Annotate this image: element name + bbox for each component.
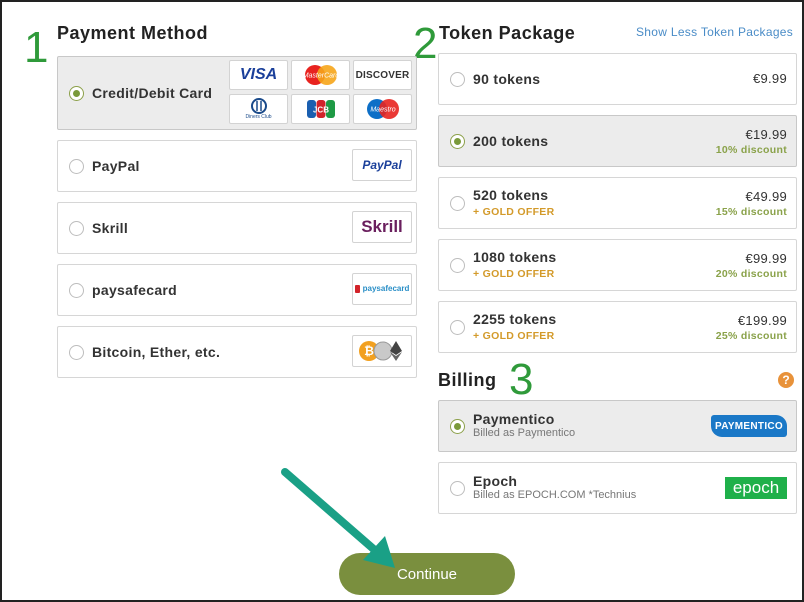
token-price: €49.99 (745, 189, 787, 204)
gold-offer-label: + GOLD OFFER (473, 330, 555, 342)
mastercard-logo: MasterCard (291, 60, 350, 90)
billing-descriptor: Billed as EPOCH.COM *Technius (473, 489, 637, 501)
svg-text:₿: ₿ (364, 344, 374, 358)
radio-token-520[interactable] (450, 196, 465, 211)
token-discount: 25% discount (715, 330, 787, 342)
diners-club-logo: Diners Club (229, 94, 288, 124)
radio-epoch[interactable] (450, 481, 465, 496)
payment-option-crypto[interactable]: Bitcoin, Ether, etc. ₿ (57, 326, 417, 378)
token-price: €99.99 (745, 251, 787, 266)
svg-text:MasterCard: MasterCard (302, 73, 340, 80)
payment-option-paypal[interactable]: PayPal PayPal (57, 140, 417, 192)
crypto-logo: ₿ (352, 335, 412, 367)
token-package-1080[interactable]: 1080 tokens + GOLD OFFER €99.99 20% disc… (438, 239, 797, 291)
radio-credit-card[interactable] (69, 86, 84, 101)
step-number-3: 3 (509, 355, 534, 404)
discover-logo: DISCOVER (353, 60, 412, 90)
payment-option-label: Bitcoin, Ether, etc. (92, 344, 221, 360)
svg-text:JCB: JCB (312, 106, 328, 115)
radio-token-200[interactable] (450, 134, 465, 149)
token-package-name: 90 tokens (473, 71, 541, 87)
token-price: €199.99 (737, 313, 787, 328)
gold-offer-label: + GOLD OFFER (473, 206, 555, 218)
arrow-icon (281, 468, 395, 568)
step-number-1: 1 (24, 23, 49, 72)
payment-option-label: Credit/Debit Card (92, 85, 213, 101)
maestro-logo: Maestro (353, 94, 412, 124)
token-package-name: 1080 tokens (473, 249, 557, 265)
billing-option-name: Epoch (473, 473, 518, 489)
payment-option-label: PayPal (92, 158, 140, 174)
svg-text:Maestro: Maestro (370, 107, 395, 114)
billing-option-name: Paymentico (473, 411, 555, 427)
radio-paypal[interactable] (69, 159, 84, 174)
token-package-name: 2255 tokens (473, 311, 557, 327)
billing-title: Billing (438, 370, 497, 390)
token-discount: 10% discount (715, 144, 787, 156)
payment-option-label: paysafecard (92, 282, 178, 298)
token-package-90[interactable]: 90 tokens €9.99 (438, 53, 797, 105)
help-icon[interactable]: ? (778, 372, 794, 388)
bitcoin-icon: ₿ (359, 341, 402, 361)
billing-option-epoch[interactable]: Epoch Billed as EPOCH.COM *Technius epoc… (438, 462, 797, 514)
payment-option-paysafecard[interactable]: paysafecard paysafecard (57, 264, 417, 316)
payment-method-title: Payment Method (57, 23, 209, 43)
show-less-token-packages-link[interactable]: Show Less Token Packages (636, 25, 793, 39)
skrill-logo: Skrill (352, 211, 412, 243)
radio-token-2255[interactable] (450, 320, 465, 335)
token-package-2255[interactable]: 2255 tokens + GOLD OFFER €199.99 25% dis… (438, 301, 797, 353)
lock-icon (354, 285, 360, 293)
paymentico-logo: PAYMENTICO (711, 415, 787, 437)
token-package-name: 520 tokens (473, 187, 549, 203)
radio-paysafecard[interactable] (69, 283, 84, 298)
token-package-name: 200 tokens (473, 133, 549, 149)
token-price: €9.99 (752, 71, 787, 86)
radio-token-1080[interactable] (450, 258, 465, 273)
radio-crypto[interactable] (69, 345, 84, 360)
token-discount: 20% discount (715, 268, 787, 280)
billing-descriptor: Billed as Paymentico (473, 427, 576, 439)
gold-offer-label: + GOLD OFFER (473, 268, 555, 280)
payment-option-skrill[interactable]: Skrill Skrill (57, 202, 417, 254)
payment-option-label: Skrill (92, 220, 129, 236)
paypal-logo: PayPal (352, 149, 412, 181)
radio-paymentico[interactable] (450, 419, 465, 434)
visa-logo: VISA (229, 60, 288, 90)
jcb-logo: JCB (291, 94, 350, 124)
radio-token-90[interactable] (450, 72, 465, 87)
token-discount: 15% discount (715, 206, 787, 218)
paysafecard-logo: paysafecard (352, 273, 412, 305)
token-package-520[interactable]: 520 tokens + GOLD OFFER €49.99 15% disco… (438, 177, 797, 229)
epoch-logo: epoch (725, 477, 787, 499)
billing-option-paymentico[interactable]: Paymentico Billed as Paymentico PAYMENTI… (438, 400, 797, 452)
token-package-200[interactable]: 200 tokens €19.99 10% discount (438, 115, 797, 167)
token-price: €19.99 (745, 127, 787, 142)
payment-option-card[interactable]: Credit/Debit Card VISA MasterCard DISCOV… (57, 56, 417, 130)
radio-skrill[interactable] (69, 221, 84, 236)
token-package-title: Token Package (439, 23, 576, 43)
